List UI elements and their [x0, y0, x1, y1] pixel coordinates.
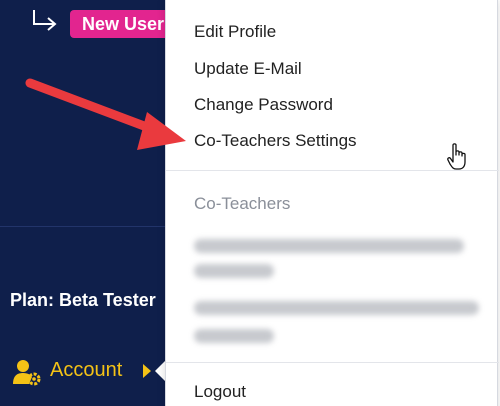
- red-arrow-annotation: [25, 78, 186, 150]
